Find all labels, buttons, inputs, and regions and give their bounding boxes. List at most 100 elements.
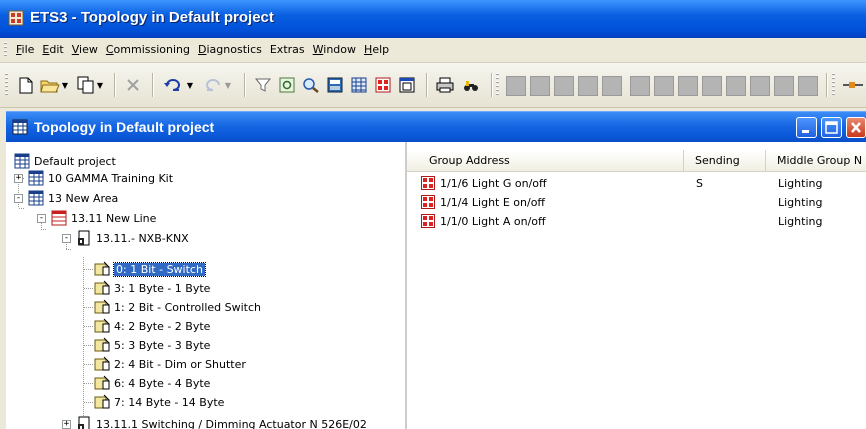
tree-node-label: 10 GAMMA Training Kit xyxy=(48,171,174,185)
group-address-list[interactable]: Group Address Sending Middle Group N 1/1… xyxy=(407,142,866,429)
ets-view-icon[interactable] xyxy=(324,74,346,96)
tree-node-area-10[interactable]: + 10 GAMMA Training Kit xyxy=(14,169,173,187)
tree-object-5[interactable]: 5: 3 Byte - 3 Byte xyxy=(94,336,210,354)
topology-tree[interactable]: Default project + 10 GAMMA Training Kit … xyxy=(6,142,407,429)
topology-icon xyxy=(12,119,28,135)
filter-icon[interactable] xyxy=(252,74,274,96)
topology-window-titlebar[interactable]: Topology in Default project xyxy=(6,111,866,142)
disabled-button xyxy=(506,76,526,96)
undo-icon[interactable]: ▼ xyxy=(160,74,196,96)
tree-node-label: 13 New Area xyxy=(48,191,119,205)
group-address-icon xyxy=(421,195,435,209)
tree-object-6[interactable]: 6: 4 Byte - 4 Byte xyxy=(94,374,210,392)
maximize-icon xyxy=(825,121,838,134)
delete-icon[interactable] xyxy=(122,74,144,96)
menu-grip[interactable] xyxy=(4,42,7,58)
cell-group-address: 1/1/6 Light G on/off xyxy=(440,177,547,190)
column-header-group-address[interactable]: Group Address xyxy=(407,150,684,172)
tree-node-area-13[interactable]: - 13 New Area xyxy=(14,189,118,207)
menu-file[interactable]: File xyxy=(12,43,38,56)
tree-node-label: 7: 14 Byte - 14 Byte xyxy=(114,395,225,409)
toolbar-separator xyxy=(826,73,828,97)
disabled-button xyxy=(654,76,674,96)
tree-object-1[interactable]: 1: 2 Bit - Controlled Switch xyxy=(94,298,261,316)
column-header-sending[interactable]: Sending xyxy=(684,150,766,172)
disabled-button xyxy=(554,76,574,96)
dropdown-arrow-icon[interactable]: ▼ xyxy=(187,81,193,90)
tree-node-line-13-11[interactable]: - 13.11 New Line xyxy=(37,209,156,227)
menu-window[interactable]: Window xyxy=(309,43,360,56)
tree-root-default-project[interactable]: Default project xyxy=(14,152,116,170)
cell-middle-group: Lighting xyxy=(778,177,823,190)
expand-icon[interactable]: + xyxy=(62,419,71,429)
disabled-button xyxy=(530,76,550,96)
tree-node-label: Default project xyxy=(34,154,116,168)
topology-window: Topology in Default project Default proj… xyxy=(6,111,866,429)
area-icon xyxy=(28,170,44,186)
menu-commissioning[interactable]: Commissioning xyxy=(102,43,194,56)
group-address-icon xyxy=(421,176,435,190)
tree-node-device-nxb-knx[interactable]: - 13.11.- NXB-KNX xyxy=(62,229,189,247)
toolbar-grip[interactable] xyxy=(832,73,835,97)
communication-object-icon xyxy=(94,261,110,276)
dropdown-arrow-icon[interactable]: ▼ xyxy=(62,81,68,90)
collapse-icon[interactable]: - xyxy=(62,233,71,243)
connector-icon[interactable] xyxy=(842,74,864,96)
toolbar: ▼ ▼ ▼ ▼ xyxy=(0,63,866,108)
menu-help[interactable]: Help xyxy=(360,43,393,56)
table-icon[interactable] xyxy=(348,74,370,96)
communication-object-icon xyxy=(94,318,110,333)
menu-view[interactable]: View xyxy=(68,43,102,56)
toolbar-grip[interactable] xyxy=(5,73,8,97)
column-header-middle-group[interactable]: Middle Group N xyxy=(766,150,866,172)
tree-node-label: 5: 3 Byte - 3 Byte xyxy=(114,338,211,352)
table-row[interactable]: 1/1/4 Light E on/off Lighting xyxy=(421,194,866,212)
close-icon xyxy=(851,122,861,133)
line-icon xyxy=(51,210,67,226)
tree-node-label: 6: 4 Byte - 4 Byte xyxy=(114,376,211,390)
tree-object-3[interactable]: 3: 1 Byte - 1 Byte xyxy=(94,279,210,297)
group-address-icon xyxy=(421,214,435,228)
disabled-button xyxy=(702,76,722,96)
tree-object-0[interactable]: 0: 1 Bit - Switch xyxy=(94,260,206,278)
menu-diagnostics[interactable]: Diagnostics xyxy=(194,43,266,56)
tree-node-device-actuator[interactable]: + 13.11.1 Switching / Dimming Actuator N… xyxy=(62,415,367,429)
menu-edit[interactable]: Edit xyxy=(38,43,67,56)
maximize-button[interactable] xyxy=(821,117,842,138)
menu-extras[interactable]: Extras xyxy=(266,43,309,56)
minimize-button[interactable] xyxy=(796,117,817,138)
window-icon[interactable] xyxy=(396,74,418,96)
expand-icon[interactable]: + xyxy=(14,173,23,183)
tree-object-2[interactable]: 2: 4 Bit - Dim or Shutter xyxy=(94,355,246,373)
group-icon[interactable] xyxy=(372,74,394,96)
dropdown-arrow-icon[interactable]: ▼ xyxy=(97,81,103,90)
communication-object-icon xyxy=(94,394,110,409)
toolbar-grip[interactable] xyxy=(496,73,499,97)
communication-object-icon xyxy=(94,280,110,295)
open-folder-icon[interactable]: ▼ xyxy=(38,74,70,96)
dropdown-arrow-icon[interactable]: ▼ xyxy=(225,81,231,90)
tree-node-label: 4: 2 Byte - 2 Byte xyxy=(114,319,211,333)
redo-icon[interactable]: ▼ xyxy=(198,74,234,96)
minimize-icon xyxy=(802,130,809,133)
properties-icon[interactable] xyxy=(276,74,298,96)
table-row[interactable]: 1/1/6 Light G on/off S Lighting xyxy=(421,175,866,193)
tree-object-4[interactable]: 4: 2 Byte - 2 Byte xyxy=(94,317,210,335)
title-bar[interactable]: ETS3 - Topology in Default project xyxy=(0,0,866,38)
tree-object-7[interactable]: 7: 14 Byte - 14 Byte xyxy=(94,393,224,411)
new-document-icon[interactable] xyxy=(16,74,36,96)
collapse-icon[interactable]: - xyxy=(14,193,23,203)
communication-object-icon xyxy=(94,375,110,390)
close-button[interactable] xyxy=(846,117,866,138)
print-icon[interactable] xyxy=(434,74,456,96)
find-icon[interactable] xyxy=(460,74,482,96)
copy-icon[interactable]: ▼ xyxy=(74,74,106,96)
toolbar-separator xyxy=(426,73,428,97)
collapse-icon[interactable]: - xyxy=(37,213,46,223)
disabled-button xyxy=(678,76,698,96)
search-icon[interactable] xyxy=(300,74,322,96)
cell-middle-group: Lighting xyxy=(778,196,823,209)
cell-middle-group: Lighting xyxy=(778,215,823,228)
table-row[interactable]: 1/1/0 Light A on/off Lighting xyxy=(421,213,866,231)
communication-object-icon xyxy=(94,337,110,352)
